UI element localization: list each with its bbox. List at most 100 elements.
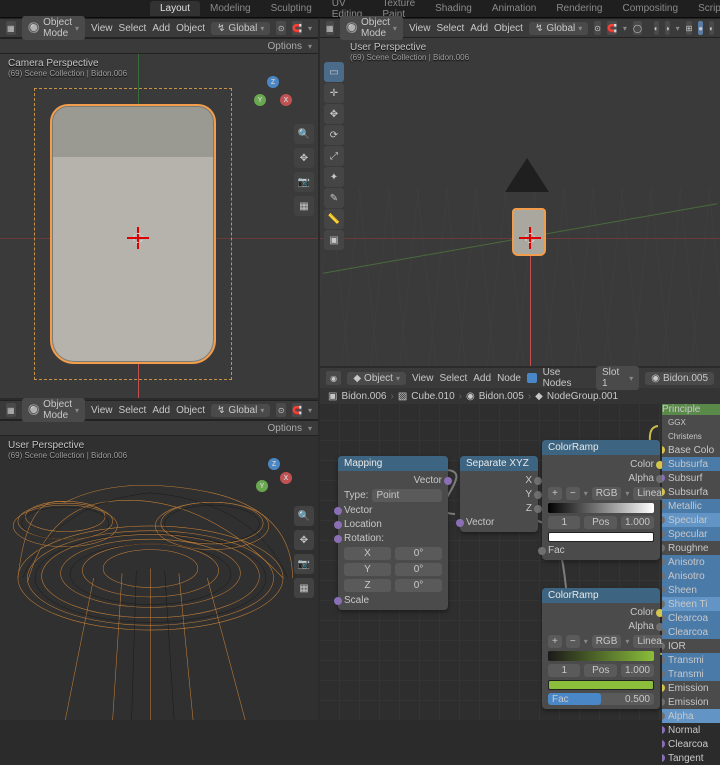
gizmo-z[interactable]: Z (267, 76, 279, 88)
node-mapping-title[interactable]: Mapping (338, 456, 448, 471)
menu-add[interactable]: Add (152, 23, 170, 34)
node-colorramp2-title[interactable]: ColorRamp (542, 588, 660, 603)
tab-scripting[interactable]: Scripting (688, 1, 720, 16)
tool-select-icon[interactable]: ▭ (324, 62, 344, 82)
ramp1-index[interactable]: 1 (548, 516, 580, 529)
overlay-toggle-icon[interactable]: ◑ (665, 21, 670, 35)
tab-layout[interactable]: Layout (150, 1, 200, 16)
ramp1-swatch[interactable] (548, 532, 654, 542)
viewport-b[interactable]: ▦ 🔘Object Mode▾ View Select Add Object ↯… (320, 18, 720, 366)
perspective-icon[interactable]: ▦ (294, 196, 314, 216)
mapping-rot-y[interactable]: Y (344, 563, 391, 576)
node-colorramp-2[interactable]: ColorRamp Color Alpha +−▾RGB▾Linear▾ 1Po… (542, 588, 660, 709)
options-button[interactable]: Options (268, 423, 302, 434)
use-nodes-checkbox[interactable] (527, 373, 537, 383)
move-icon[interactable]: ✥ (294, 148, 314, 168)
node-colorramp1-title[interactable]: ColorRamp (542, 440, 660, 455)
options-button[interactable]: Options (268, 41, 302, 52)
tool-annotate-icon[interactable]: ✎ (324, 188, 344, 208)
nav-gizmo[interactable]: X Y Z (252, 458, 292, 498)
pivot-icon[interactable]: ⊙ (594, 21, 601, 35)
editor-type-icon[interactable]: ▦ (326, 21, 334, 35)
tab-sculpting[interactable]: Sculpting (261, 1, 322, 16)
viewport-a[interactable]: ▦ 🔘Object Mode▾ View Select Add Object ↯… (0, 18, 318, 398)
gizmo-y[interactable]: Y (256, 480, 268, 492)
move-icon[interactable]: ✥ (294, 530, 314, 550)
viewport-c-canvas[interactable]: User Perspective(69) Scene Collection | … (0, 436, 318, 720)
proportional-icon[interactable]: ◯ (633, 21, 642, 35)
perspective-icon[interactable]: ▦ (294, 578, 314, 598)
menu-object[interactable]: Object (494, 23, 523, 34)
slot-dropdown[interactable]: Slot 1▾ (596, 366, 639, 390)
orientation-dropdown[interactable]: ↯Global▾ (211, 404, 270, 417)
menu-view[interactable]: View (412, 373, 434, 384)
tab-rendering[interactable]: Rendering (546, 1, 612, 16)
tab-animation[interactable]: Animation (482, 1, 546, 16)
tab-modeling[interactable]: Modeling (200, 1, 261, 16)
editor-type-icon[interactable]: ▦ (6, 403, 16, 417)
menu-add[interactable]: Add (152, 405, 170, 416)
node-separate-xyz[interactable]: Separate XYZ X Y Z Vector (460, 456, 538, 532)
principled-subsurf-method[interactable]: Christens (662, 429, 720, 443)
orientation-dropdown[interactable]: ↯Global▾ (211, 22, 270, 35)
crumb-mesh[interactable]: Cube.010 (411, 391, 454, 402)
tool-rotate-icon[interactable]: ⟳ (324, 125, 344, 145)
tool-move-icon[interactable]: ✥ (324, 104, 344, 124)
menu-view[interactable]: View (409, 23, 431, 34)
ramp1-mode[interactable]: RGB (592, 487, 622, 500)
gizmo-z[interactable]: Z (268, 458, 280, 470)
ramp1-add[interactable]: + (548, 487, 562, 500)
zoom-icon[interactable]: 🔍 (294, 124, 314, 144)
crumb-nodegroup[interactable]: NodeGroup.001 (547, 391, 618, 402)
viewport-a-canvas[interactable]: Camera Perspective(69) Scene Collection … (0, 54, 318, 398)
menu-select[interactable]: Select (436, 23, 464, 34)
node-colorramp-1[interactable]: ColorRamp Color Alpha +−▾RGB▾Linear▾ 1Po… (542, 440, 660, 560)
menu-view[interactable]: View (91, 23, 113, 34)
menu-select[interactable]: Select (439, 373, 467, 384)
tool-measure-icon[interactable]: 📏 (324, 209, 344, 229)
ramp1-del[interactable]: − (566, 487, 580, 500)
menu-object[interactable]: Object (176, 23, 205, 34)
menu-add[interactable]: Add (470, 23, 488, 34)
mapping-rot-x[interactable]: X (344, 547, 391, 560)
camera-object-icon[interactable] (505, 158, 549, 192)
principled-distribution[interactable]: GGX (662, 415, 720, 429)
ramp2-add[interactable]: + (548, 635, 562, 648)
node-principled-bsdf[interactable]: Principle GGX Christens Base Colo Subsur… (662, 404, 720, 720)
ramp2-del[interactable]: − (566, 635, 580, 648)
tool-addcube-icon[interactable]: ▣ (324, 230, 344, 250)
mapping-type-dropdown[interactable]: Point (372, 489, 442, 502)
orientation-dropdown[interactable]: ↯Global▾ (529, 22, 588, 35)
menu-select[interactable]: Select (119, 405, 147, 416)
viewport-c[interactable]: ▦ 🔘Object Mode▾ View Select Add Object ↯… (0, 400, 318, 720)
gizmo-x[interactable]: X (280, 94, 292, 106)
shading-solid-icon[interactable]: ● (698, 21, 703, 35)
tool-cursor-icon[interactable]: ✛ (324, 83, 344, 103)
gizmo-x[interactable]: X (280, 472, 292, 484)
crumb-material[interactable]: Bidon.005 (479, 391, 524, 402)
editor-type-icon[interactable]: ▦ (6, 21, 16, 35)
ramp1-gradient[interactable] (548, 503, 654, 513)
node-canvas[interactable]: Mapping Vector Type:Point Vector Locatio… (320, 404, 720, 720)
mode-dropdown[interactable]: 🔘Object Mode▾ (22, 16, 85, 40)
pivot-icon[interactable]: ⊙ (276, 403, 286, 417)
camera-icon[interactable]: 📷 (294, 554, 314, 574)
editor-type-icon[interactable]: ◉ (326, 371, 341, 385)
ramp2-index[interactable]: 1 (548, 664, 580, 677)
node-mapping[interactable]: Mapping Vector Type:Point Vector Locatio… (338, 456, 448, 610)
ramp2-gradient[interactable] (548, 651, 654, 661)
snap-icon[interactable]: 🧲 (292, 403, 302, 417)
menu-add[interactable]: Add (473, 373, 491, 384)
node-principled-title[interactable]: Principle (662, 404, 720, 415)
ramp2-fac-slider[interactable]: Fac0.500 (548, 693, 654, 705)
mode-dropdown[interactable]: 🔘Object Mode▾ (22, 398, 85, 422)
tab-compositing[interactable]: Compositing (612, 1, 688, 16)
ramp2-mode[interactable]: RGB (592, 635, 622, 648)
menu-view[interactable]: View (91, 405, 113, 416)
shading-wire-icon[interactable]: ⊞ (686, 21, 693, 35)
zoom-icon[interactable]: 🔍 (294, 506, 314, 526)
material-dropdown[interactable]: ◉Bidon.005 (645, 372, 714, 385)
menu-object[interactable]: Object (176, 405, 205, 416)
menu-select[interactable]: Select (119, 23, 147, 34)
snap-icon[interactable]: 🧲 (292, 21, 302, 35)
